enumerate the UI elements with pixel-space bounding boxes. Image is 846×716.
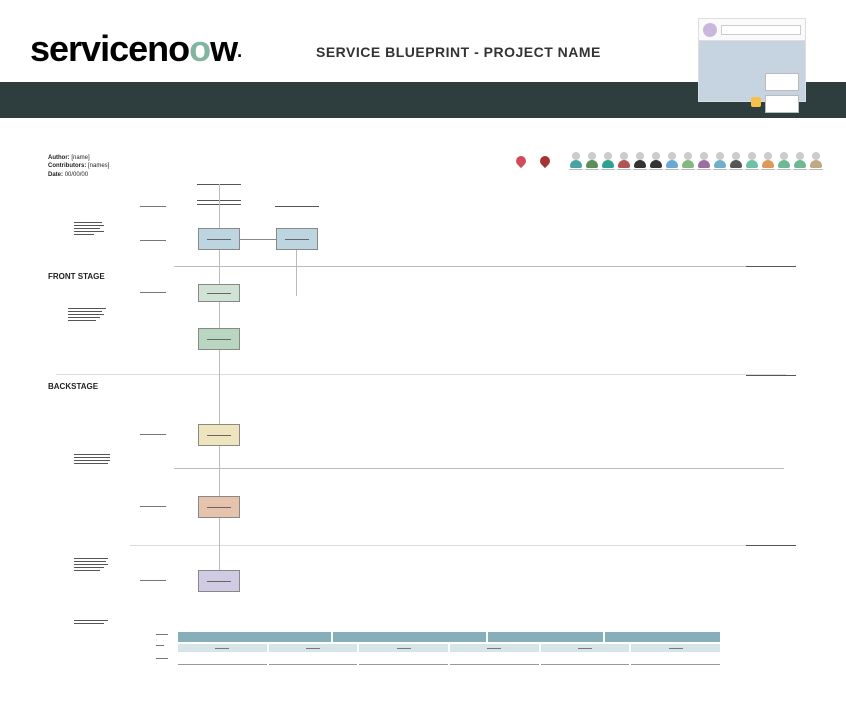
lane-text-2 [68, 308, 106, 321]
connector-horiz [240, 239, 276, 240]
step-box-orange[interactable] [198, 496, 240, 518]
servicenow-logo: servicenoow. [30, 28, 241, 70]
metrics-table [178, 632, 720, 665]
table-header-cell [605, 632, 720, 642]
step-box-purple[interactable] [198, 570, 240, 592]
bell-icon [751, 97, 761, 107]
divider-lower [130, 545, 780, 546]
lane-text-1 [74, 222, 104, 235]
table-cell [359, 644, 448, 652]
right-rule [746, 545, 796, 546]
table-cell [631, 644, 720, 652]
step-box-green-light[interactable] [198, 284, 240, 302]
swimlane-rule-1 [174, 266, 784, 267]
table-header-cell [488, 632, 603, 642]
blueprint-canvas: FRONT STAGE BACKSTAGE [0, 150, 846, 716]
table-rule [541, 664, 630, 665]
lane-col-label [140, 240, 166, 241]
table-rule [178, 664, 267, 665]
table-row-labels [156, 634, 168, 659]
step-box-blue-2[interactable] [276, 228, 318, 250]
header: servicenoow. SERVICE BLUEPRINT - PROJECT… [0, 0, 846, 82]
table-rule [631, 664, 720, 665]
column-rule [275, 206, 319, 207]
step-box-yellow[interactable] [198, 424, 240, 446]
table-row [178, 664, 720, 665]
table-cell [450, 644, 539, 652]
divider-front-back [56, 374, 786, 375]
swimlane-rule-2 [174, 468, 784, 469]
table-header-cell [333, 632, 486, 642]
backstage-label: BACKSTAGE [48, 382, 98, 391]
table-cell [541, 644, 630, 652]
avatar-icon [703, 23, 717, 37]
table-row [178, 644, 720, 652]
right-rule [746, 375, 796, 376]
table-rule [359, 664, 448, 665]
lane-text-3 [74, 454, 110, 464]
table-rule [450, 664, 539, 665]
right-rule [746, 266, 796, 267]
front-stage-label: FRONT STAGE [48, 272, 105, 281]
table-cell [178, 644, 267, 652]
address-bar [721, 25, 801, 35]
table-cell [269, 644, 358, 652]
mock-field-2 [765, 95, 799, 113]
step-box-blue-1[interactable] [198, 228, 240, 250]
browser-mockup [698, 18, 806, 102]
logo-dot: . [237, 41, 241, 61]
table-header-row [178, 632, 720, 642]
mock-field-1 [765, 73, 799, 91]
table-rule [269, 664, 358, 665]
step-box-green[interactable] [198, 328, 240, 350]
table-header-cell [178, 632, 331, 642]
logo-text-post: w [210, 28, 237, 69]
connector-vert-2 [296, 246, 297, 296]
logo-text-g: o [189, 28, 210, 69]
lane-text-4 [74, 558, 108, 571]
logo-text-pre: serviceno [30, 28, 189, 69]
lane-col-label [140, 580, 166, 581]
lane-col-label [140, 292, 166, 293]
page-title: SERVICE BLUEPRINT - PROJECT NAME [316, 44, 601, 60]
lane-col-label [140, 506, 166, 507]
browser-mockup-top [699, 19, 805, 41]
lane-col-label [140, 206, 166, 207]
lane-text-5 [74, 620, 108, 624]
lane-col-label [140, 434, 166, 435]
